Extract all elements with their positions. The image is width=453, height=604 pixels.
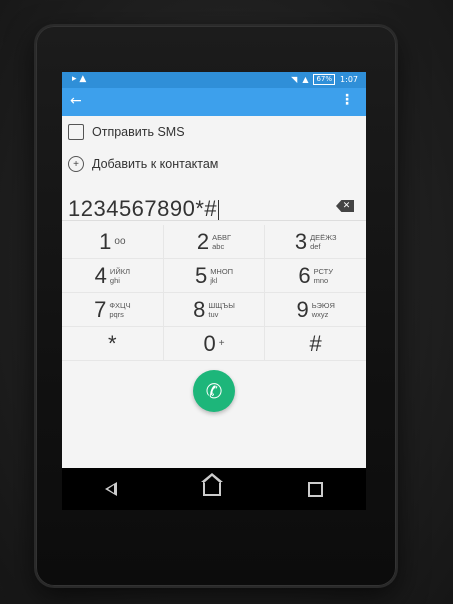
status-time: 1:07: [340, 75, 358, 84]
key-4[interactable]: 4 ИЙКЛ ghi: [62, 259, 164, 293]
back-arrow-icon[interactable]: ←: [70, 93, 82, 109]
dial-keypad: 1 ᴏᴏ 2 АБВГ abc 3 ДЕЁЖЗ def 4 ИЙКЛ ghi 5 МНОП jkl…: [62, 221, 366, 421]
nav-recents-icon[interactable]: [307, 481, 323, 497]
phone-icon: ✆: [205, 379, 223, 403]
nav-home-icon[interactable]: [201, 473, 224, 496]
send-sms-label: Отправить SMS: [92, 125, 185, 139]
key-1[interactable]: 1 ᴏᴏ: [62, 225, 164, 259]
status-bar: ▸ ▲ ◥ ▲ 67% 1:07: [62, 72, 366, 88]
key-8[interactable]: 8 ШЩЪЫ tuv: [163, 293, 266, 327]
key-hash[interactable]: #: [265, 327, 366, 361]
key-9[interactable]: 9 ЬЭЮЯ wxyz: [265, 293, 366, 327]
key-2[interactable]: 2 АБВГ abc: [163, 225, 266, 259]
key-5[interactable]: 5 МНОП jkl: [163, 259, 266, 293]
battery-icon: 67%: [313, 74, 336, 85]
navigation-bar: [62, 468, 366, 510]
voicemail-icon: ᴏᴏ: [114, 236, 126, 247]
key-3[interactable]: 3 ДЕЁЖЗ def: [265, 225, 366, 259]
overflow-menu-icon[interactable]: ⋮: [340, 92, 354, 108]
key-star[interactable]: *: [62, 327, 164, 361]
dialed-number-field[interactable]: 1234567890*# ✕: [62, 194, 366, 221]
nav-back-icon[interactable]: [105, 482, 118, 496]
call-button[interactable]: ✆: [193, 370, 235, 412]
key-0[interactable]: 0 +: [163, 327, 266, 361]
dialed-number: 1234567890*#: [68, 196, 220, 221]
add-contact-action[interactable]: + Добавить к контактам: [62, 148, 366, 180]
backspace-icon[interactable]: ✕: [336, 200, 354, 212]
phone-screen: ▸ ▲ ◥ ▲ 67% 1:07 ← ⋮ Отправить SMS + Доб…: [62, 72, 366, 468]
notification-icons: ▸ ▲: [72, 74, 87, 84]
wifi-icon: ◥: [291, 75, 298, 84]
send-sms-action[interactable]: Отправить SMS: [62, 116, 366, 148]
key-7[interactable]: 7 ФХЦЧ pqrs: [62, 293, 164, 327]
sms-icon: [68, 124, 84, 140]
phone-device: ▸ ▲ ◥ ▲ 67% 1:07 ← ⋮ Отправить SMS + Доб…: [36, 26, 396, 586]
add-contact-icon: +: [68, 156, 84, 172]
app-bar: ← ⋮: [62, 88, 366, 116]
signal-icon: ▲: [302, 75, 309, 84]
add-contact-label: Добавить к контактам: [92, 157, 219, 171]
status-indicators: ◥ ▲ 67% 1:07: [291, 74, 358, 85]
key-6[interactable]: 6 РСТУ mno: [265, 259, 366, 293]
